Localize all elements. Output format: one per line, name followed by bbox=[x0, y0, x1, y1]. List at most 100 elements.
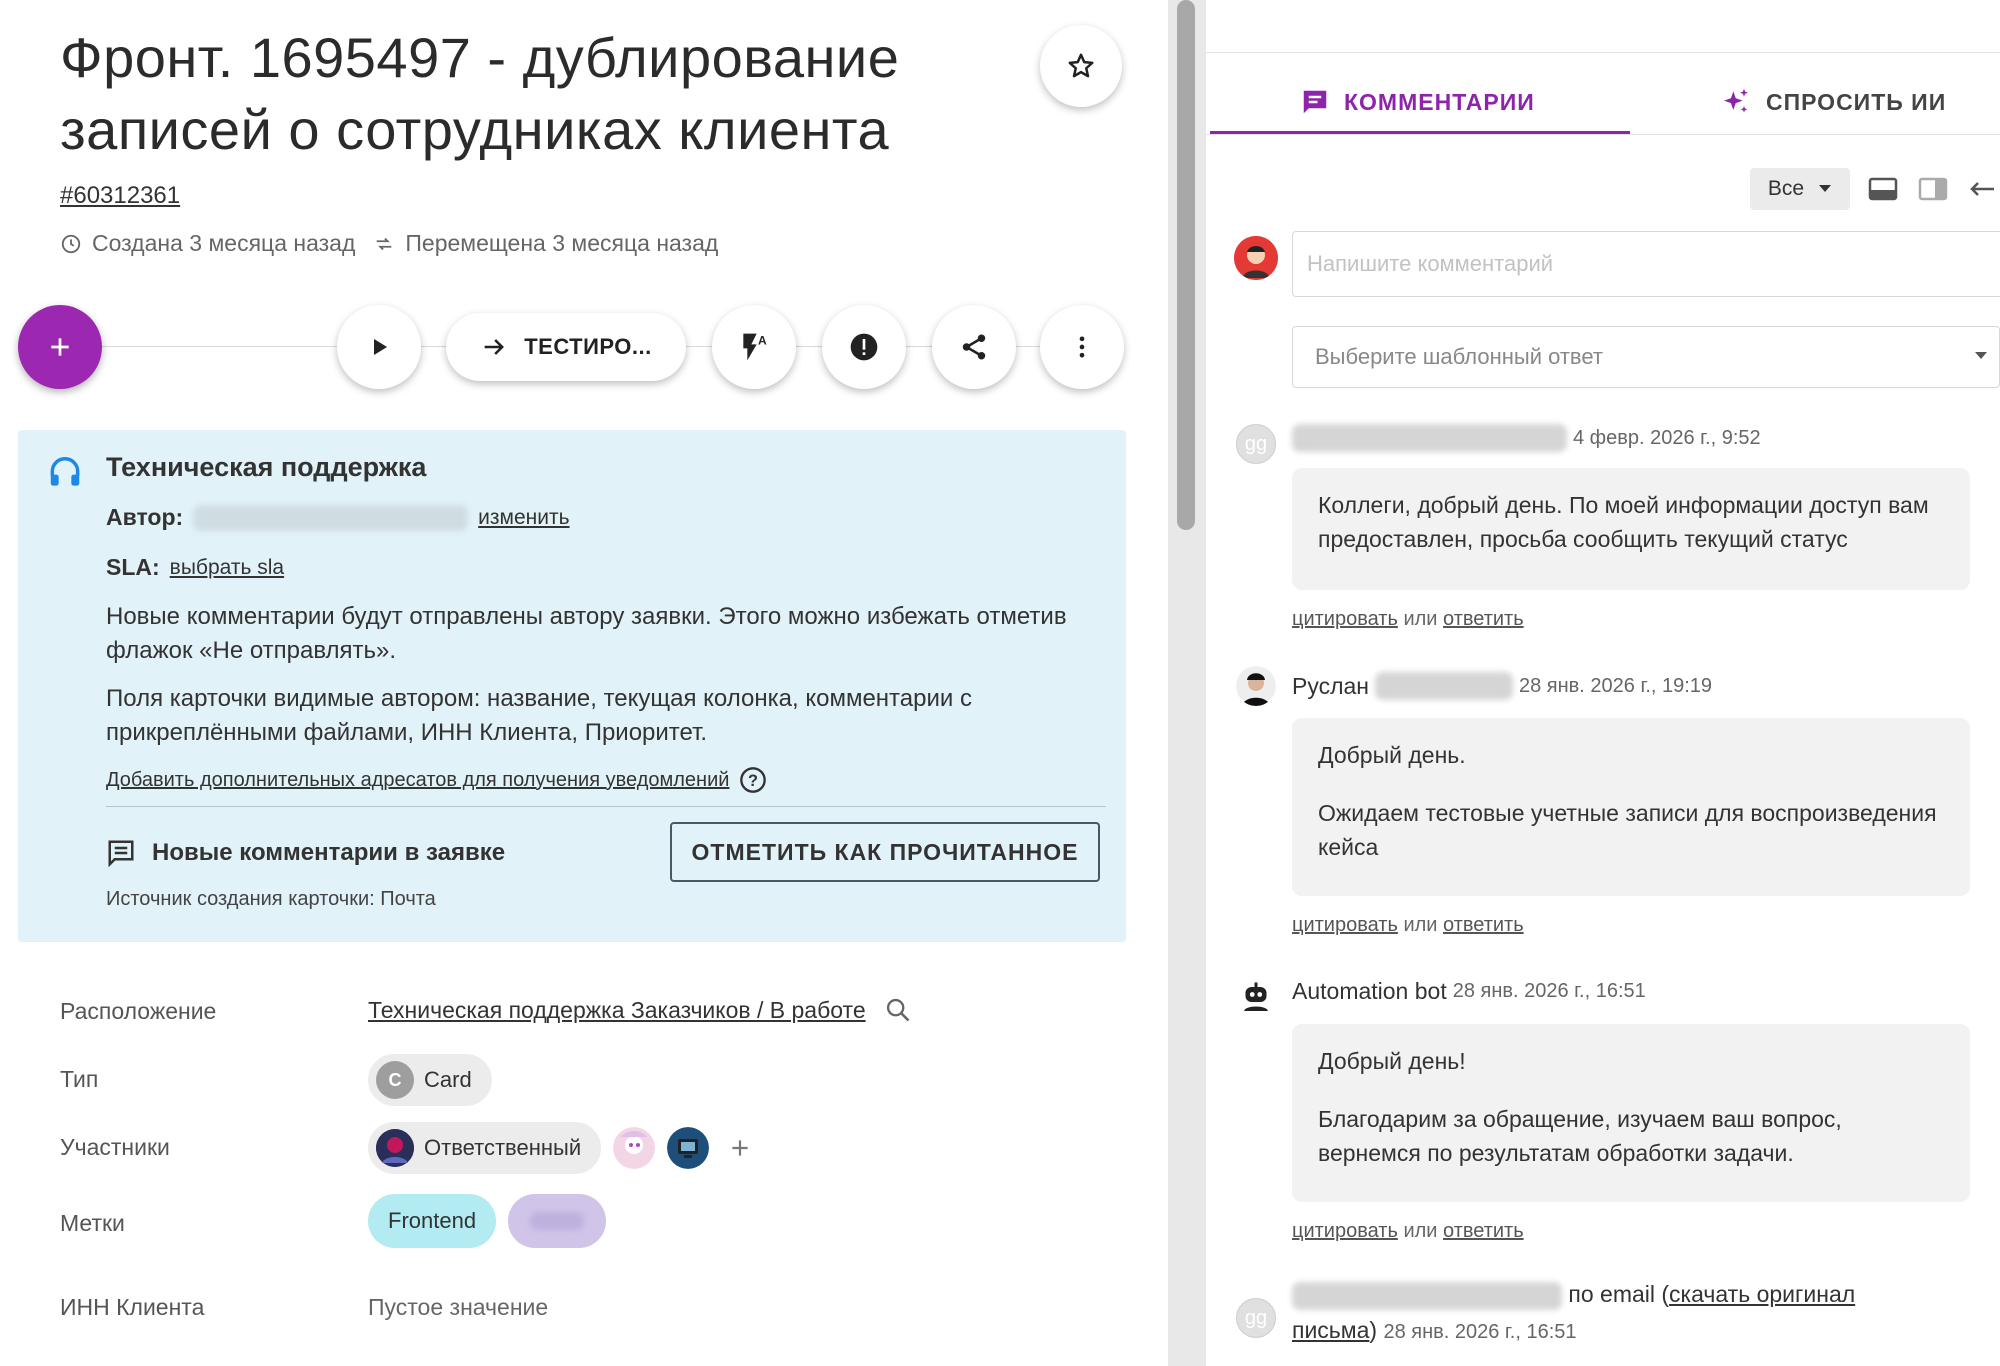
comment-actions: цитировать или ответить bbox=[1292, 608, 1524, 631]
sparkle-icon bbox=[1724, 88, 1748, 113]
location-value-row: Техническая поддержка Заказчиков / В раб… bbox=[368, 996, 912, 1024]
svg-text:A: A bbox=[758, 333, 767, 347]
commenter-avatar: gg bbox=[1236, 424, 1276, 464]
layout-bottom-icon[interactable] bbox=[1868, 176, 1898, 202]
comment-text: Добрый день! bbox=[1318, 1048, 1466, 1074]
comment-bubble: Коллеги, добрый день. По моей информации… bbox=[1292, 468, 1970, 590]
layout-side-icon[interactable] bbox=[1918, 176, 1948, 202]
comment-date: 28 янв. 2026 г., 16:51 bbox=[1452, 980, 1646, 1002]
tabs-divider bbox=[1206, 134, 2000, 135]
comments-panel: КОММЕНТАРИИ СПРОСИТЬ ИИ Все Напишите ком… bbox=[1206, 0, 2000, 1366]
more-menu-button[interactable] bbox=[1040, 305, 1124, 389]
tab-ask-ai-label: СПРОСИТЬ ИИ bbox=[1766, 88, 1947, 115]
comment-header: Automation bot 28 янв. 2026 г., 16:51 bbox=[1292, 978, 1646, 1005]
share-button[interactable] bbox=[932, 305, 1016, 389]
reply-link[interactable]: ответить bbox=[1443, 608, 1524, 630]
type-label: Тип bbox=[60, 1066, 99, 1092]
info-divider bbox=[106, 806, 1106, 807]
quote-link[interactable]: цитировать bbox=[1292, 1220, 1398, 1242]
reply-link[interactable]: ответить bbox=[1443, 914, 1524, 936]
bot-avatar bbox=[1236, 976, 1276, 1016]
move-to-column-button[interactable]: ТЕСТИРО... bbox=[446, 313, 686, 381]
card-title[interactable]: Фронт. 1695497 - дублирование записей о … bbox=[60, 22, 960, 166]
template-reply-select[interactable]: Выберите шаблонный ответ bbox=[1292, 326, 2000, 388]
author-row: Автор: изменить bbox=[106, 504, 570, 531]
comment-filter-select[interactable]: Все bbox=[1750, 168, 1850, 210]
card-details-pane: Фронт. 1695497 - дублирование записей о … bbox=[0, 0, 1168, 1366]
favorite-button[interactable] bbox=[1040, 25, 1122, 107]
tab-ask-ai[interactable]: СПРОСИТЬ ИИ bbox=[1720, 72, 1946, 132]
tag-redacted[interactable] bbox=[508, 1194, 607, 1248]
help-icon[interactable]: ? bbox=[739, 766, 767, 794]
inn-value[interactable]: Пустое значение bbox=[368, 1294, 548, 1321]
select-sla-link[interactable]: выбрать sla bbox=[170, 556, 284, 580]
moved-text: Перемещена 3 месяца назад bbox=[405, 230, 719, 256]
notice-visible-fields: Поля карточки видимые автором: название,… bbox=[106, 685, 972, 746]
start-timer-button[interactable] bbox=[337, 305, 421, 389]
star-icon bbox=[1068, 53, 1094, 78]
arrow-right-icon bbox=[484, 339, 505, 355]
headset-icon bbox=[50, 457, 80, 486]
change-author-link[interactable]: изменить bbox=[478, 506, 569, 530]
alert-circle-icon bbox=[850, 333, 878, 361]
svg-text:?: ? bbox=[748, 772, 758, 790]
share-icon bbox=[962, 334, 986, 360]
comment-header: 4 февр. 2026 г., 9:52 bbox=[1292, 424, 1761, 452]
location-label: Расположение bbox=[60, 998, 217, 1024]
caret-down-icon bbox=[1819, 185, 1832, 192]
comment-input[interactable]: Напишите комментарий bbox=[1292, 231, 2000, 297]
support-info-box: Техническая поддержка Автор: изменить SL… bbox=[18, 430, 1126, 942]
caret-down-icon bbox=[1975, 352, 1987, 359]
commenter-avatar: gg bbox=[1236, 1298, 1276, 1338]
commenter-name-redacted bbox=[1292, 1281, 1562, 1310]
created-text: Создана 3 месяца назад bbox=[92, 230, 356, 256]
reply-link[interactable]: ответить bbox=[1443, 1220, 1524, 1242]
comment-text: Ожидаем тестовые учетные записи для восп… bbox=[1318, 800, 1937, 860]
responsible-label: Ответственный bbox=[424, 1135, 582, 1160]
members-label: Участники bbox=[60, 1134, 170, 1160]
play-icon bbox=[374, 339, 387, 355]
robot-icon bbox=[1244, 982, 1268, 1011]
search-icon[interactable] bbox=[884, 996, 912, 1024]
quote-link[interactable]: цитировать bbox=[1292, 608, 1398, 630]
new-comments-row: Новые комментарии в заявке bbox=[106, 838, 505, 868]
tab-comments-label: КОММЕНТАРИИ bbox=[1344, 88, 1535, 115]
plus-icon bbox=[51, 338, 69, 356]
card-source-text: Источник создания карточки: Почта bbox=[106, 888, 436, 910]
member-avatar[interactable] bbox=[667, 1127, 710, 1169]
comment-date: 28 янв. 2026 г., 19:19 bbox=[1519, 674, 1713, 697]
tab-comments[interactable]: КОММЕНТАРИИ bbox=[1300, 72, 1535, 132]
member-avatar[interactable] bbox=[613, 1127, 656, 1169]
type-letter-avatar: C bbox=[376, 1061, 414, 1099]
comment-text: Коллеги, добрый день. По моей информации… bbox=[1318, 492, 1929, 552]
collapse-arrow-icon[interactable] bbox=[1968, 176, 1998, 202]
type-chip[interactable]: C Card bbox=[368, 1054, 492, 1106]
commenter-avatar-ruslan bbox=[1236, 666, 1276, 706]
tag-frontend[interactable]: Frontend bbox=[368, 1194, 497, 1248]
add-recipients-link[interactable]: Добавить дополнительных адресатов для по… bbox=[106, 769, 729, 792]
add-button[interactable] bbox=[18, 305, 102, 389]
add-member-icon[interactable] bbox=[727, 1135, 753, 1161]
comment-text: Добрый день. bbox=[1318, 742, 1466, 768]
or-text: или bbox=[1403, 1220, 1438, 1242]
card-id-link[interactable]: #60312361 bbox=[60, 182, 180, 210]
move-arrows-icon bbox=[377, 237, 392, 250]
email-suffix: ) bbox=[1369, 1317, 1378, 1343]
location-link[interactable]: Техническая поддержка Заказчиков / В раб… bbox=[368, 997, 866, 1024]
template-reply-placeholder: Выберите шаблонный ответ bbox=[1315, 344, 1603, 369]
mark-as-read-button[interactable]: ОТМЕТИТЬ КАК ПРОЧИТАННОЕ bbox=[670, 822, 1100, 882]
tags-row: Frontend bbox=[368, 1194, 607, 1248]
priority-button[interactable] bbox=[822, 305, 906, 389]
comment-date: 28 янв. 2026 г., 16:51 bbox=[1383, 1321, 1577, 1343]
comment-header: Руслан 28 янв. 2026 г., 19:19 bbox=[1292, 672, 1712, 700]
quote-link[interactable]: цитировать bbox=[1292, 914, 1398, 936]
comment-bubble: Добрый день! Благодарим за обращение, из… bbox=[1292, 1024, 1970, 1202]
tag-redacted-text bbox=[530, 1212, 585, 1230]
responsible-chip[interactable]: Ответственный bbox=[368, 1122, 602, 1174]
info-box-title: Техническая поддержка bbox=[106, 452, 427, 482]
or-text: или bbox=[1403, 608, 1438, 630]
flash-action-button[interactable]: A bbox=[712, 305, 796, 389]
left-pane-scrollbar-thumb[interactable] bbox=[1177, 0, 1195, 530]
email-prefix: по email ( bbox=[1568, 1281, 1670, 1307]
comment-actions: цитировать или ответить bbox=[1292, 914, 1524, 937]
